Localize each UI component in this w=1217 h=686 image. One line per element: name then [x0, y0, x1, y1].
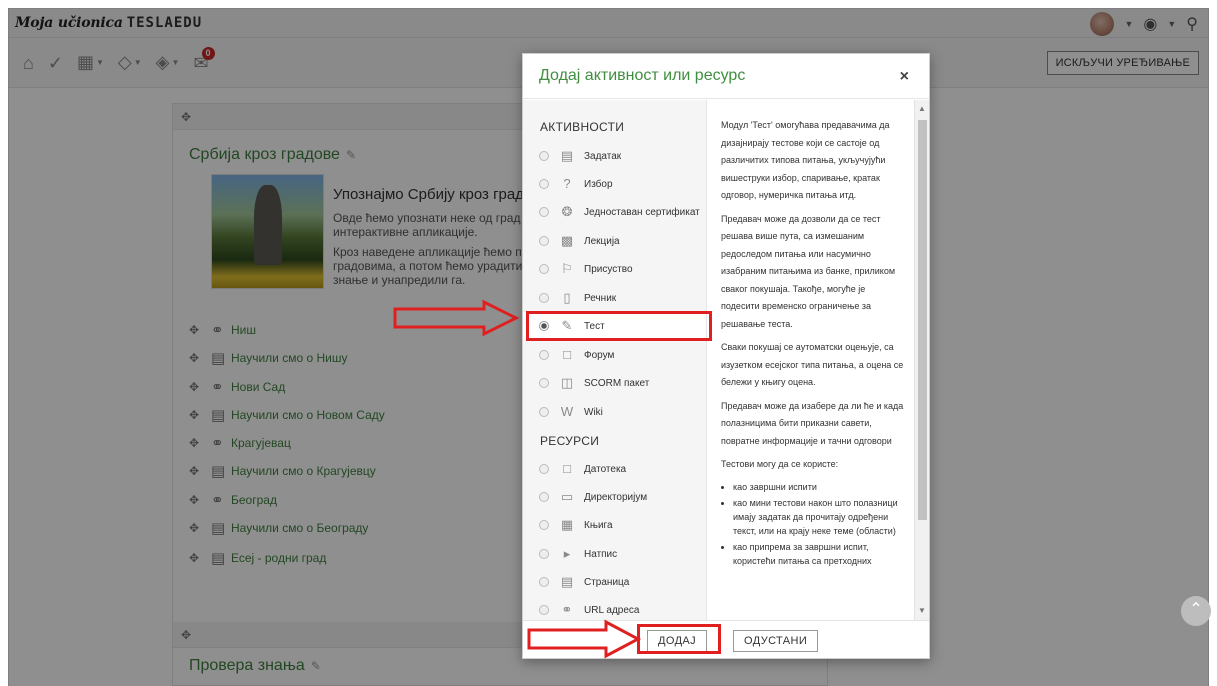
annotation-highlight-option: [526, 311, 712, 341]
option-url[interactable]: ⚭ URL адреса: [523, 596, 706, 620]
glossary-icon: ▯: [563, 290, 571, 305]
scroll-down-icon[interactable]: ▼: [918, 606, 926, 615]
url-link-icon: ⚭: [561, 602, 573, 617]
add-activity-modal: Додај активност или ресурс × АКТИВНОСТИ …: [522, 53, 930, 659]
options-panel: АКТИВНОСТИ ▤ Задатак ? Избор ❂ Једноставан …: [523, 100, 707, 620]
option-choice[interactable]: ? Избор: [523, 170, 706, 198]
option-wiki[interactable]: W Wiki: [523, 398, 706, 426]
scrollbar-thumb[interactable]: [918, 120, 927, 520]
radio[interactable]: [539, 492, 549, 502]
annotation-arrow: [527, 619, 642, 659]
radio[interactable]: [539, 350, 549, 360]
option-attendance[interactable]: ⚐ Присуство: [523, 255, 706, 283]
folder-icon: ▭: [560, 489, 574, 504]
list-item: као мини тестови након што полазници има…: [733, 496, 906, 538]
description-scrollbar[interactable]: ▲ ▼: [914, 100, 929, 620]
page-icon: ▤: [560, 574, 574, 589]
annotation-highlight-add: [637, 624, 721, 654]
forum-icon: □: [563, 347, 571, 362]
option-forum[interactable]: □ Форум: [523, 341, 706, 369]
option-assignment[interactable]: ▤ Задатак: [523, 142, 706, 170]
file-icon: □: [563, 461, 571, 476]
radio[interactable]: [539, 605, 549, 615]
description-paragraph: Сваки покушај се аутоматски оцењује, са …: [721, 342, 904, 387]
scroll-up-icon[interactable]: ▲: [918, 104, 926, 113]
description-list: као завршни испити као мини тестови нако…: [733, 480, 906, 568]
scroll-to-top-button[interactable]: ⌃: [1181, 596, 1211, 626]
option-lesson[interactable]: ▩ Лекција: [523, 227, 706, 255]
radio[interactable]: [539, 236, 549, 246]
question-mark-icon: ?: [563, 176, 571, 191]
option-certificate[interactable]: ❂ Једноставан сертификат: [523, 198, 706, 226]
description-paragraph: Тестови могу да се користе:: [721, 459, 839, 469]
radio[interactable]: [539, 207, 549, 217]
modal-title: Додај активност или ресурс: [539, 67, 746, 84]
radio[interactable]: [539, 179, 549, 189]
radio[interactable]: [539, 264, 549, 274]
modal-header: Додај активност или ресурс ×: [523, 54, 929, 99]
option-file[interactable]: □ Датотека: [523, 455, 706, 483]
wiki-icon: W: [560, 404, 574, 419]
radio[interactable]: [539, 151, 549, 161]
package-icon: ◫: [560, 375, 574, 390]
radio[interactable]: [539, 520, 549, 530]
certificate-icon: ❂: [561, 204, 573, 219]
list-item: као припрема за завршни испит, користећи…: [733, 540, 906, 568]
radio[interactable]: [539, 464, 549, 474]
option-label[interactable]: ▸ Натпис: [523, 540, 706, 568]
book-icon: ▦: [560, 517, 574, 532]
option-scorm[interactable]: ◫ SCORM пакет: [523, 369, 706, 397]
label-icon: ▸: [563, 546, 571, 561]
list-item: као завршни испити: [733, 480, 906, 494]
description-paragraph: Предавач може да дозволи да се тест реша…: [721, 213, 896, 329]
lesson-icon: ▩: [560, 233, 574, 248]
activities-heading: АКТИВНОСТИ: [540, 120, 625, 134]
radio[interactable]: [539, 378, 549, 388]
resources-heading: РЕСУРСИ: [540, 434, 600, 448]
option-glossary[interactable]: ▯ Речник: [523, 284, 706, 312]
close-icon[interactable]: ×: [900, 68, 909, 86]
option-folder[interactable]: ▭ Директоријум: [523, 483, 706, 511]
description-paragraph: Модул 'Тест' омогућава предавачима да ди…: [721, 120, 890, 200]
flag-icon: ⚐: [561, 261, 573, 276]
radio[interactable]: [539, 293, 549, 303]
description-paragraph: Предавач може да изабере да ли ће и када…: [721, 400, 904, 446]
option-page[interactable]: ▤ Страница: [523, 568, 706, 596]
radio[interactable]: [539, 407, 549, 417]
cancel-button[interactable]: ОДУСТАНИ: [733, 630, 819, 652]
radio[interactable]: [539, 549, 549, 559]
assignment-icon: ▤: [560, 148, 574, 163]
option-book[interactable]: ▦ Књига: [523, 511, 706, 539]
radio[interactable]: [539, 577, 549, 587]
module-description: Модул 'Тест' омогућава предавачима да ди…: [708, 100, 916, 620]
annotation-arrow: [393, 299, 520, 337]
